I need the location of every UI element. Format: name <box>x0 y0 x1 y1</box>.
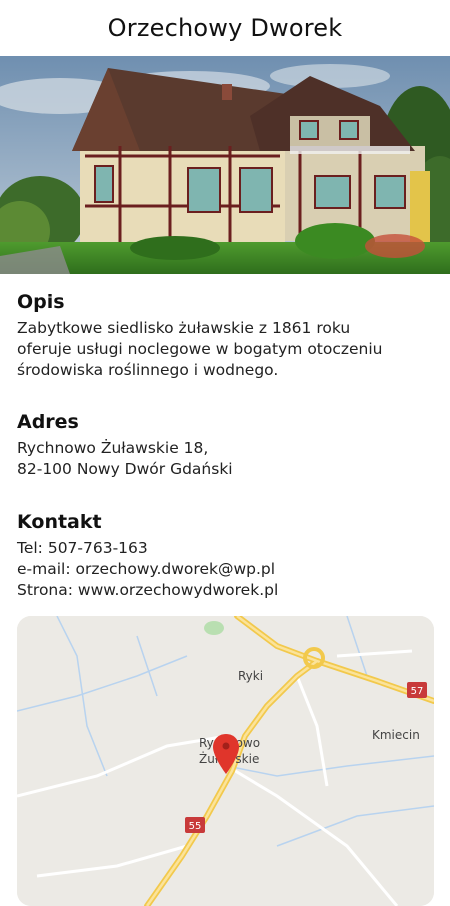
address-line: Rychnowo Żuławskie 18, <box>17 439 209 457</box>
svg-text:55: 55 <box>189 821 202 832</box>
page-title: Orzechowy Dworek <box>107 14 343 42</box>
description-heading: Opis <box>17 291 65 313</box>
address-heading: Adres <box>17 411 79 433</box>
road-badge-57: 57 <box>407 682 427 698</box>
address-text: Rychnowo Żuławskie 18, 82-100 Nowy Dwór … <box>17 438 437 480</box>
description-line: oferuje usługi noclegowe w bogatym otocz… <box>17 340 383 358</box>
description-section: Opis Zabytkowe siedlisko żuławskie z 186… <box>17 290 437 381</box>
contact-section: Kontakt Tel: 507-763-163 e-mail: orzecho… <box>17 510 437 601</box>
place-label-ryki: Ryki <box>238 669 263 683</box>
description-text: Zabytkowe siedlisko żuławskie z 1861 rok… <box>17 318 437 381</box>
email-link[interactable]: e-mail: orzechowy.dworek@wp.pl <box>17 559 437 580</box>
place-label-kmiecin: Kmiecin <box>372 728 420 742</box>
address-section: Adres Rychnowo Żuławskie 18, 82-100 Nowy… <box>17 410 437 480</box>
phone-link[interactable]: Tel: 507-763-163 <box>17 538 437 559</box>
contact-heading: Kontakt <box>17 511 102 533</box>
website-link[interactable]: Strona: www.orzechowydworek.pl <box>17 580 437 601</box>
app-bar: Orzechowy Dworek <box>0 0 450 56</box>
contact-text: Tel: 507-763-163 e-mail: orzechowy.dwore… <box>17 538 437 601</box>
description-line: Zabytkowe siedlisko żuławskie z 1861 rok… <box>17 319 351 337</box>
svg-text:57: 57 <box>411 686 424 697</box>
road-badge-55: 55 <box>185 817 205 833</box>
location-map[interactable]: 57 55 Ryki Rychnowo Żuławskie Kmiecin <box>17 616 434 906</box>
description-line: środowiska roślinnego i wodnego. <box>17 361 279 379</box>
house-photo <box>0 56 450 274</box>
address-line: 82-100 Nowy Dwór Gdański <box>17 460 233 478</box>
house-photo-illustration <box>0 56 450 274</box>
map-canvas[interactable]: 57 55 Ryki Rychnowo Żuławskie Kmiecin <box>17 616 434 906</box>
